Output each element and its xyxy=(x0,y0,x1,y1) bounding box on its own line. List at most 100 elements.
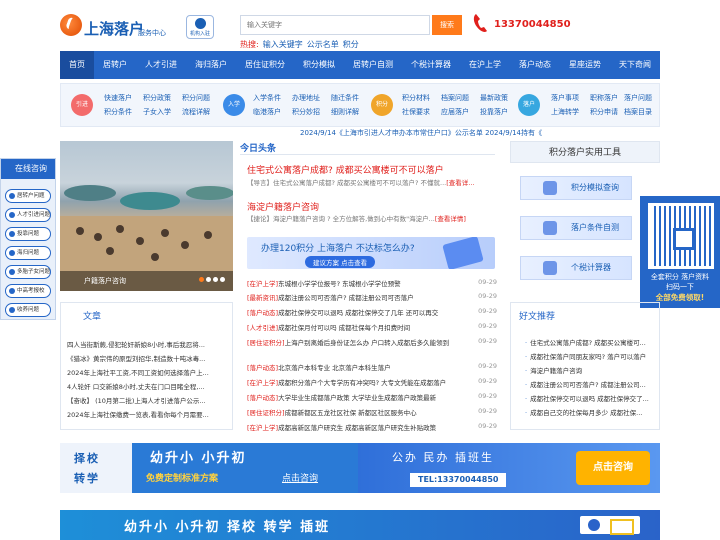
headline-title[interactable]: 住宅式公寓落户成都? 成都买公寓楼可不可以落户 xyxy=(247,163,444,176)
carousel-dot[interactable] xyxy=(199,277,204,282)
consult-item[interactable]: 中高考报校 xyxy=(5,284,51,298)
carousel-dot[interactable] xyxy=(213,277,218,282)
nav-item[interactable]: 个税计算器 xyxy=(411,51,451,79)
news-tag[interactable]: [在沪上学] xyxy=(247,424,278,432)
school-banner[interactable]: 择校 转学 幼升小 小升初 免费定制标准方案 点击咨询 公办 民办 插班生 TE… xyxy=(60,443,660,493)
recommend-link[interactable]: 成都注册公司可否落户? 成都注册公司... xyxy=(525,379,659,389)
read-more-link[interactable]: [查看详... xyxy=(446,179,474,187)
category-link[interactable]: 随迁条件 xyxy=(331,93,359,103)
recommend-link[interactable]: 海淀户籍落户咨询 xyxy=(525,365,659,375)
points-simulator-button[interactable]: 积分模拟查询 xyxy=(520,176,632,200)
news-row[interactable]: [居住证积分]上海户别离婚后身份证怎么办 户口转入成都后多久能领到 09-29 xyxy=(247,337,497,350)
banner-consult-link[interactable]: 点击咨询 xyxy=(282,471,318,484)
news-tag[interactable]: [落户动态] xyxy=(247,309,278,317)
news-row[interactable]: [在沪上学]成都积分落户个大专学历有冲突吗? 大专文凭能在成都落户 09-29 xyxy=(247,377,497,390)
news-row[interactable]: [落户动态]大学毕业生成都落户政策 大学毕业生成都落户政策最新 09-29 xyxy=(247,392,497,405)
photo-carousel[interactable]: 户籍落户咨询 xyxy=(60,141,233,291)
site-logo[interactable]: 上海落户 服务中心 xyxy=(60,12,180,42)
nav-item[interactable]: 积分模拟 xyxy=(303,51,335,79)
category-link[interactable]: 积分政策 xyxy=(143,93,171,103)
category-link[interactable]: 档案问题 xyxy=(441,93,469,103)
nav-item[interactable]: 居转户 xyxy=(103,51,127,79)
article-link[interactable]: 《猎冰》黄宗伟的原型刘招华,制造数十吨冰毒... xyxy=(67,353,229,363)
news-title[interactable]: 北京落户本科专业 北京落户本科生落户 xyxy=(278,364,391,372)
nav-item[interactable]: 天下奇闻 xyxy=(619,51,651,79)
carousel-dot[interactable] xyxy=(206,277,211,282)
category-link[interactable]: 流程详解 xyxy=(182,107,210,117)
news-row[interactable]: [人才引进]成都社保月付可以吗 成都社保每个月扣费时间 09-29 xyxy=(247,322,497,335)
category-link[interactable]: 职称落户 xyxy=(590,93,618,103)
category-link[interactable]: 子女入学 xyxy=(143,107,171,117)
search-input[interactable] xyxy=(240,15,430,35)
category-link[interactable]: 落户事项 xyxy=(551,93,579,103)
consult-item[interactable]: 居转户问题 xyxy=(5,189,51,203)
news-tag[interactable]: [居住证积分] xyxy=(247,339,285,347)
category-link[interactable]: 快速落户 xyxy=(104,93,132,103)
nav-item[interactable]: 人才引进 xyxy=(145,51,177,79)
category-link[interactable]: 最新政策 xyxy=(480,93,508,103)
category-link[interactable]: 上海转学 xyxy=(551,107,579,117)
category-link[interactable]: 积分条件 xyxy=(104,107,132,117)
news-title[interactable]: 成都高新区落户研究生 成都高新区落户研究生补贴政策 xyxy=(278,424,436,432)
news-row[interactable]: [在沪上学]东城根小学学位报号? 东城根小学学位预警 09-29 xyxy=(247,278,497,291)
category-link[interactable]: 积分申请 xyxy=(590,107,618,117)
news-title[interactable]: 成都社保月付可以吗 成都社保每个月扣费时间 xyxy=(278,324,410,332)
school-banner-2[interactable]: 幼升小 小升初 择校 转学 插班 xyxy=(60,510,660,540)
points-banner-button[interactable]: 建议方案 点击查看 xyxy=(305,256,376,268)
news-row[interactable]: [落户动态]成都社保停交可以退吗 成都社保停交了几年 还可以再交 09-29 xyxy=(247,307,497,320)
read-more-link[interactable]: [查看详情] xyxy=(435,215,466,223)
news-tag[interactable]: [居住证积分] xyxy=(247,409,285,417)
category-link[interactable]: 投靠落户 xyxy=(480,107,508,117)
news-row[interactable]: [居住证积分]成都新都区五龙社区社保 新都区社区服务中心 09-29 xyxy=(247,407,497,420)
consult-item[interactable]: 海归问题 xyxy=(5,246,51,260)
article-link[interactable]: 2024年上海社保缴费一览表,看看你每个月需要... xyxy=(67,409,229,419)
recommend-link[interactable]: 住宅式公寓落户成都? 成都买公寓楼可... xyxy=(525,337,659,347)
nav-item-home[interactable]: 首页 xyxy=(60,51,94,79)
news-tag[interactable]: [落户动态] xyxy=(247,394,278,402)
banner-consult-button[interactable]: 点击咨询 xyxy=(576,451,650,485)
news-tag[interactable]: [落户动态] xyxy=(247,364,278,372)
consult-item[interactable]: 投靠问题 xyxy=(5,227,51,241)
news-title[interactable]: 上海户别离婚后身份证怎么办 户口转入成都后多久能领到 xyxy=(285,339,450,347)
news-tag[interactable]: [最新资讯] xyxy=(247,294,278,302)
article-link[interactable]: 2024年上海社平工资,不同工资如何选择落户上... xyxy=(67,367,229,377)
news-row[interactable]: [在沪上学]成都高新区落户研究生 成都高新区落户研究生补贴政策 09-29 xyxy=(247,422,497,435)
news-title[interactable]: 大学毕业生成都落户政策 大学毕业生成都落户政策最新 xyxy=(278,394,436,402)
headline-title[interactable]: 海淀户籍落户咨询 xyxy=(247,200,319,213)
category-link[interactable]: 积分妙招 xyxy=(292,107,320,117)
settlement-test-button[interactable]: 落户条件自测 xyxy=(520,216,632,240)
tax-calculator-button[interactable]: 个税计算器 xyxy=(520,256,632,280)
category-link[interactable]: 积分问题 xyxy=(182,93,210,103)
hot-word[interactable]: 输入关键字 xyxy=(263,40,303,49)
category-link[interactable]: 社保要求 xyxy=(402,107,430,117)
category-link[interactable]: 档案目录 xyxy=(624,107,652,117)
consult-item[interactable]: 多胎子女问题 xyxy=(5,265,51,279)
hot-word[interactable]: 公示名单 xyxy=(307,40,339,49)
article-link[interactable]: 4人轮奸 口交新娘8小时,丈夫在门口目睹全程,... xyxy=(67,381,229,391)
banner-tel[interactable]: TEL:13370044850 xyxy=(410,473,507,487)
category-link[interactable]: 落户问题 xyxy=(624,93,652,103)
recommend-link[interactable]: 成都自己交的社保每月多少 成都社保... xyxy=(525,407,659,417)
news-title[interactable]: 东城根小学学位报号? 东城根小学学位预警 xyxy=(278,280,401,288)
nav-item[interactable]: 在沪上学 xyxy=(469,51,501,79)
recommend-link[interactable]: 成都社保落户同朋友家吗? 落户可以落户 xyxy=(525,351,659,361)
nav-item[interactable]: 居转户自测 xyxy=(353,51,393,79)
points-banner[interactable]: 办理120积分 上海落户 不达标怎么办? 建议方案 点击查看 xyxy=(247,237,495,269)
news-title[interactable]: 成都新都区五龙社区社保 新都区社区服务中心 xyxy=(285,409,417,417)
announcement-ticker[interactable]: 2024/9/14《上海市引进人才申办本市常住户口》公示名单 2024/9/14… xyxy=(300,128,660,140)
carousel-dot[interactable] xyxy=(220,277,225,282)
nav-item[interactable]: 落户动态 xyxy=(519,51,551,79)
recommend-link[interactable]: 成都社保停交可以退吗 成都社保停交了... xyxy=(525,393,659,403)
org-join-button[interactable]: 机构入驻 xyxy=(186,15,214,39)
category-link[interactable]: 办理地址 xyxy=(292,93,320,103)
hot-word[interactable]: 积分 xyxy=(343,40,359,49)
news-tag[interactable]: [在沪上学] xyxy=(247,280,278,288)
category-link[interactable]: 临港落户 xyxy=(253,107,281,117)
consult-item[interactable]: 人才引进问题 xyxy=(5,208,51,222)
nav-item[interactable]: 海归落户 xyxy=(195,51,227,79)
news-title[interactable]: 成都社保停交可以退吗 成都社保停交了几年 还可以再交 xyxy=(278,309,438,317)
category-link[interactable]: 细则详解 xyxy=(331,107,359,117)
qr-promo[interactable]: 全套积分 落户资料 扫码一下 全部免费领取! xyxy=(640,196,720,308)
news-title[interactable]: 成都注册公司可否落户? 成都注册公司可否落户 xyxy=(278,294,414,302)
news-row[interactable]: [最新资讯]成都注册公司可否落户? 成都注册公司可否落户 09-29 xyxy=(247,292,497,305)
